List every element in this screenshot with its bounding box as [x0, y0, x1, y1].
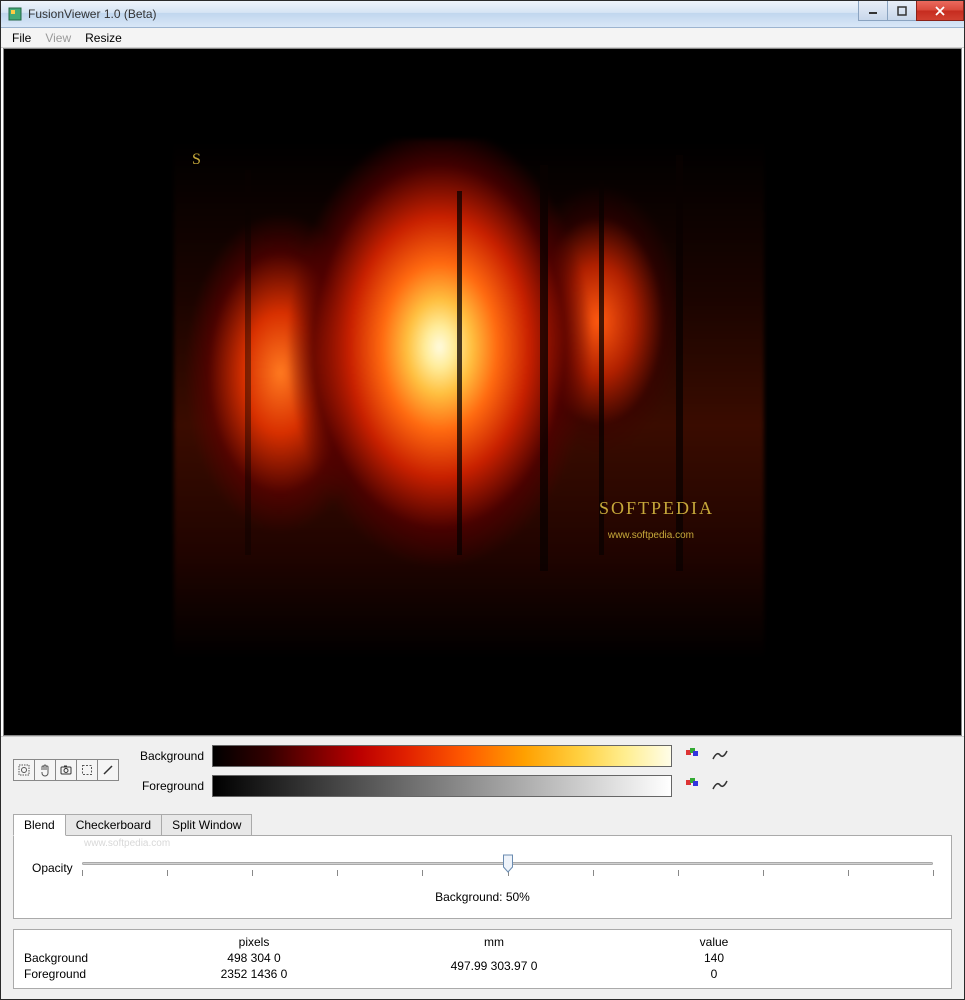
line-tool-button[interactable] [97, 759, 119, 781]
pointer-tool-button[interactable] [13, 759, 35, 781]
row-mm: 497.99 303.97 0 [364, 958, 624, 974]
table-header-value: value [624, 934, 804, 950]
table-header-empty [24, 934, 144, 950]
close-button[interactable] [916, 1, 964, 21]
row-pixels: 498 304 0 [144, 950, 364, 966]
curve-icon[interactable] [712, 749, 728, 764]
select-tool-button[interactable] [76, 759, 98, 781]
menubar: File View Resize [1, 28, 964, 48]
controls-panel: Background Foreground [1, 736, 964, 999]
tool-buttons [13, 759, 119, 781]
tab-checkerboard[interactable]: Checkerboard [65, 814, 162, 836]
table-row: Background 498 304 0 497.99 303.97 0 140 [24, 950, 941, 966]
window-title: FusionViewer 1.0 (Beta) [28, 7, 157, 21]
mode-tabs: Blend Checkerboard Split Window [13, 813, 952, 835]
menu-view[interactable]: View [38, 29, 78, 47]
panel-watermark: www.softpedia.com [84, 838, 170, 849]
menu-file[interactable]: File [5, 29, 38, 47]
row-value: 140 [624, 950, 804, 966]
window-controls [859, 1, 964, 21]
background-gradient-label: Background [137, 749, 212, 763]
image-viewport[interactable]: S SOFTPEDIA www.softpedia.com [3, 48, 962, 736]
opacity-slider-thumb[interactable] [502, 854, 513, 874]
foreground-gradient[interactable] [212, 775, 672, 797]
app-window: FusionViewer 1.0 (Beta) File View Resize… [0, 0, 965, 1000]
opacity-label: Opacity [32, 861, 82, 875]
overlay-url: www.softpedia.com [608, 530, 694, 541]
color-picker-icon[interactable] [686, 778, 702, 795]
foreground-gradient-label: Foreground [137, 779, 212, 793]
opacity-slider[interactable] [82, 854, 933, 882]
table-header-mm: mm [364, 934, 624, 950]
minimize-button[interactable] [858, 1, 888, 21]
info-table: pixels mm value Background 498 304 0 497… [13, 929, 952, 989]
app-icon [7, 6, 23, 22]
row-label: Background [24, 950, 144, 966]
background-gradient[interactable] [212, 745, 672, 767]
overlay-corner-letter: S [192, 151, 201, 169]
opacity-caption: Background: 50% [32, 890, 933, 904]
color-picker-icon[interactable] [686, 748, 702, 765]
tab-blend[interactable]: Blend [13, 814, 66, 836]
fused-image: S SOFTPEDIA www.softpedia.com [174, 139, 764, 659]
hand-tool-button[interactable] [34, 759, 56, 781]
blend-panel: www.softpedia.com Opacity [13, 835, 952, 919]
row-pixels: 2352 1436 0 [144, 966, 364, 982]
menu-resize[interactable]: Resize [78, 29, 129, 47]
row-label: Foreground [24, 966, 144, 982]
maximize-button[interactable] [887, 1, 917, 21]
row-value: 0 [624, 966, 804, 982]
overlay-brand: SOFTPEDIA [599, 498, 714, 519]
table-header-pixels: pixels [144, 934, 364, 950]
titlebar[interactable]: FusionViewer 1.0 (Beta) [1, 1, 964, 28]
curve-icon[interactable] [712, 779, 728, 794]
tab-split-window[interactable]: Split Window [161, 814, 252, 836]
camera-tool-button[interactable] [55, 759, 77, 781]
